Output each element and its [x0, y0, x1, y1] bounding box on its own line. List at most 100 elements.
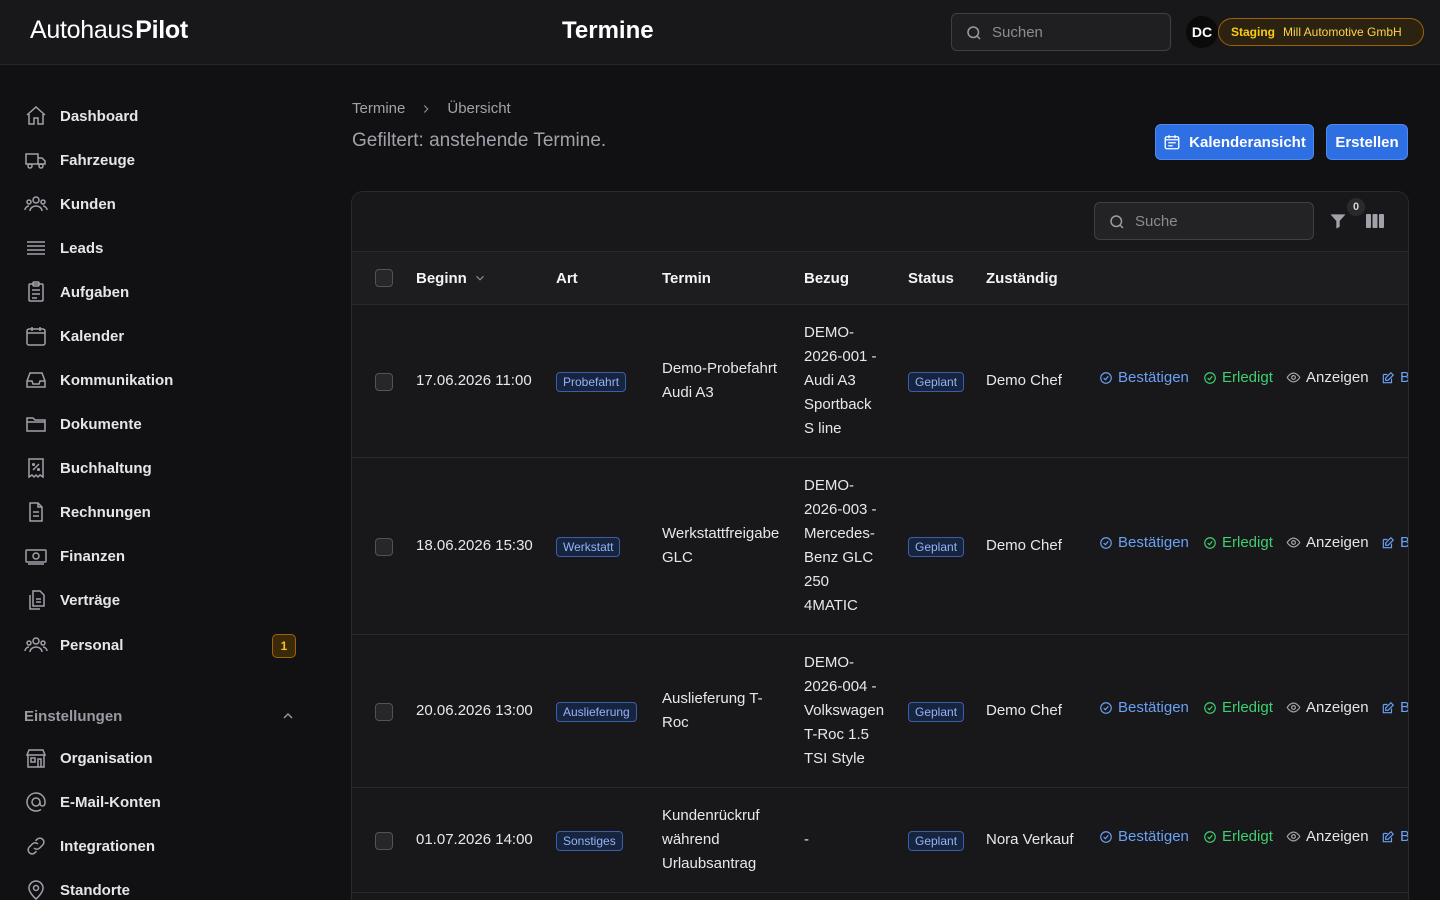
- table-row[interactable]: 01.07.2026 14:00 Sonstiges Kundenrückruf…: [352, 788, 1408, 893]
- sidebar-item-dokumente[interactable]: Dokumente: [24, 406, 296, 442]
- confirm-label: Bestätigen: [1118, 369, 1189, 386]
- sidebar-item-fahrzeuge[interactable]: Fahrzeuge: [24, 142, 296, 178]
- org-name: Mill Automotive GmbH: [1283, 25, 1402, 39]
- sidebar-item-label: Integrationen: [60, 837, 156, 855]
- global-search[interactable]: [951, 13, 1171, 51]
- table-row[interactable]: 18.06.2026 15:30 Werkstatt Werkstattfrei…: [352, 458, 1408, 635]
- table-row[interactable]: 17.06.2026 11:00 Probefahrt Demo-Probefa…: [352, 305, 1408, 458]
- edit-action[interactable]: B: [1381, 534, 1408, 551]
- sidebar-item-personal[interactable]: Personal 1: [24, 627, 296, 663]
- done-action[interactable]: Erledigt: [1203, 534, 1273, 551]
- calendar-view-button[interactable]: Kalenderansicht: [1155, 124, 1314, 160]
- bezug-line: DEMO-: [804, 324, 854, 341]
- confirm-action[interactable]: Bestätigen: [1099, 534, 1189, 551]
- view-action[interactable]: Anzeigen: [1286, 699, 1369, 716]
- row-checkbox[interactable]: [375, 373, 393, 391]
- type-badge: Werkstatt: [556, 537, 621, 557]
- cell-termin[interactable]: Demo-Probefahrt Audi A3: [662, 357, 777, 405]
- sidebar-item-buchhaltung[interactable]: Buchhaltung: [24, 450, 296, 486]
- termin-line: GLC: [662, 549, 693, 566]
- users-icon: [24, 196, 48, 212]
- breadcrumb-link-termine[interactable]: Termine: [352, 100, 405, 117]
- cell-termin[interactable]: Auslieferung T- Roc: [662, 687, 763, 735]
- select-all-checkbox[interactable]: [375, 269, 393, 287]
- sidebar-item-standorte[interactable]: Standorte: [24, 872, 296, 900]
- table-row[interactable]: 20.06.2026 13:00 Auslieferung Auslieferu…: [352, 635, 1408, 788]
- env-label: Staging: [1231, 25, 1275, 39]
- sidebar-item-finanzen[interactable]: Finanzen: [24, 538, 296, 574]
- org-switcher[interactable]: Staging Mill Automotive GmbH: [1218, 18, 1424, 46]
- cell-termin[interactable]: Kundenrückruf während Urlaubsantrag: [662, 804, 760, 876]
- sidebar: Dashboard Fahrzeuge Kunden Leads Aufgabe…: [0, 66, 320, 900]
- row-checkbox[interactable]: [375, 538, 393, 556]
- sidebar-item-label: Leads: [60, 239, 104, 257]
- confirm-action[interactable]: Bestätigen: [1099, 369, 1189, 386]
- column-header-beginn[interactable]: Beginn: [416, 252, 487, 304]
- table-search-input[interactable]: [1135, 203, 1305, 239]
- column-header-zustaendig[interactable]: Zuständig: [986, 252, 1058, 304]
- page-title: Termine: [562, 17, 654, 44]
- settings-section-toggle[interactable]: Einstellungen: [24, 704, 296, 728]
- at-icon: [26, 792, 46, 812]
- sidebar-item-dashboard[interactable]: Dashboard: [24, 98, 296, 134]
- sidebar-item-aufgaben[interactable]: Aufgaben: [24, 274, 296, 310]
- bezug-line: Audi A3: [804, 372, 856, 389]
- cell-termin[interactable]: Werkstattfreigabe GLC: [662, 522, 779, 570]
- status-badge: Geplant: [908, 702, 965, 722]
- termin-line: Audi A3: [662, 384, 714, 401]
- cell-beginn: 18.06.2026 15:30: [416, 537, 533, 554]
- sidebar-item-leads[interactable]: Leads: [24, 230, 296, 266]
- home-icon: [26, 105, 46, 125]
- receipt-percent-icon: [28, 458, 44, 479]
- sidebar-item-label: Verträge: [60, 591, 121, 609]
- confirm-action[interactable]: Bestätigen: [1099, 828, 1189, 845]
- sidebar-item-organisation[interactable]: Organisation: [24, 740, 296, 776]
- search-icon: [965, 24, 983, 42]
- done-action[interactable]: Erledigt: [1203, 828, 1273, 845]
- cell-bezug: DEMO- 2026-003 - Mercedes- Benz GLC 250 …: [804, 474, 877, 618]
- row-checkbox[interactable]: [375, 832, 393, 850]
- column-toggle-button[interactable]: [1365, 212, 1385, 230]
- sidebar-item-rechnungen[interactable]: Rechnungen: [24, 494, 296, 530]
- breadcrumb-current: Übersicht: [447, 100, 511, 117]
- edit-action[interactable]: B: [1381, 369, 1408, 386]
- sidebar-item-kalender[interactable]: Kalender: [24, 318, 296, 354]
- done-action[interactable]: Erledigt: [1203, 699, 1273, 716]
- create-button[interactable]: Erstellen: [1326, 124, 1408, 160]
- edit-action[interactable]: B: [1381, 828, 1408, 845]
- funnel-icon: [1330, 214, 1346, 229]
- global-search-input[interactable]: [992, 14, 1162, 50]
- table-search[interactable]: [1094, 202, 1314, 240]
- view-label: Anzeigen: [1306, 699, 1369, 716]
- status-badge: Geplant: [908, 537, 965, 557]
- view-action[interactable]: Anzeigen: [1286, 369, 1369, 386]
- sidebar-item-integrationen[interactable]: Integrationen: [24, 828, 296, 864]
- bezug-line: 250: [804, 573, 830, 590]
- filter-button[interactable]: [1328, 211, 1348, 231]
- done-action[interactable]: Erledigt: [1203, 369, 1273, 386]
- sidebar-item-vertraege[interactable]: Verträge: [24, 582, 296, 618]
- column-header-bezug[interactable]: Bezug: [804, 252, 849, 304]
- status-badge: Geplant: [908, 831, 965, 851]
- app-logo[interactable]: AutohausPilot: [30, 16, 188, 45]
- column-header-status[interactable]: Status: [908, 252, 954, 304]
- edit-label: B: [1400, 534, 1408, 551]
- row-checkbox[interactable]: [375, 703, 393, 721]
- sidebar-item-kunden[interactable]: Kunden: [24, 186, 296, 222]
- sidebar-item-kommunikation[interactable]: Kommunikation: [24, 362, 296, 398]
- column-header-termin[interactable]: Termin: [662, 252, 711, 304]
- edit-action[interactable]: B: [1381, 699, 1408, 716]
- cell-zustaendig: Demo Chef: [986, 702, 1062, 719]
- bezug-line: Sportback: [804, 396, 872, 413]
- view-action[interactable]: Anzeigen: [1286, 534, 1369, 551]
- confirm-action[interactable]: Bestätigen: [1099, 699, 1189, 716]
- done-label: Erledigt: [1222, 828, 1273, 845]
- user-avatar[interactable]: DC: [1186, 16, 1218, 48]
- view-action[interactable]: Anzeigen: [1286, 828, 1369, 845]
- sidebar-item-email-konten[interactable]: E-Mail-Konten: [24, 784, 296, 820]
- column-header-art[interactable]: Art: [556, 252, 578, 304]
- banknotes-icon: [25, 549, 47, 565]
- sidebar-item-label: E-Mail-Konten: [60, 793, 161, 811]
- pencil-square-icon: [1382, 536, 1395, 548]
- bezug-line: TSI Style: [804, 750, 865, 767]
